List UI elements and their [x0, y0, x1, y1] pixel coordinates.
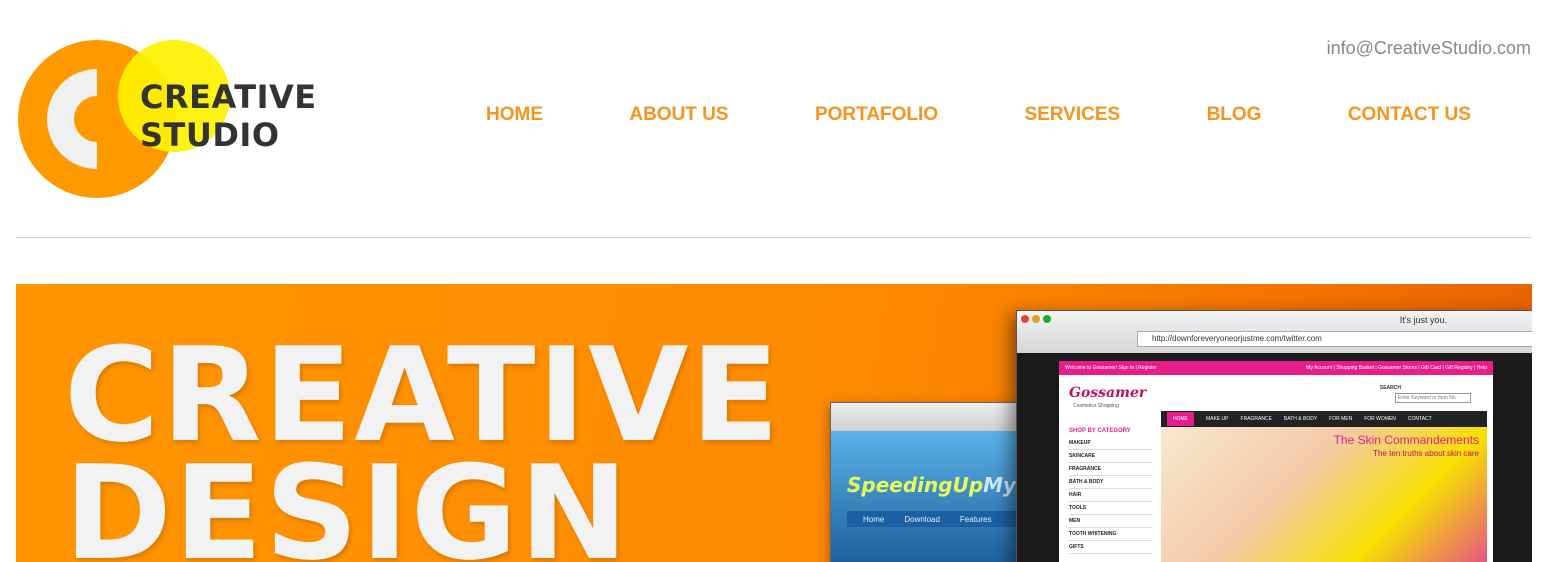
- mockup-site: Welcome to Gossamer! Sign In | Register …: [1059, 361, 1493, 562]
- mockup-category-item: FRAGRANCE: [1069, 463, 1153, 476]
- mockup-nav-item: FOR MEN: [1329, 416, 1353, 422]
- logo-text: CREATIVE STUDIO: [140, 78, 317, 154]
- mockup-category-item: GIFTS: [1069, 541, 1153, 554]
- mockup-brand-sub: Cosmetics Shopping: [1073, 403, 1119, 409]
- nav-home[interactable]: HOME: [486, 104, 543, 126]
- mockup-topbar-right: My Account | Shopping Basket | Gossamer …: [1306, 365, 1487, 371]
- mockup-category-item: TOOTH WHITENING: [1069, 528, 1153, 541]
- logo-line-1: CREATIVE: [140, 78, 317, 116]
- close-dot-icon: [1021, 315, 1029, 323]
- main-nav: HOME ABOUT US PORTAFOLIO SERVICES BLOG C…: [486, 104, 1471, 126]
- nav-portafolio[interactable]: PORTAFOLIO: [815, 104, 938, 126]
- nav-contact-us[interactable]: CONTACT US: [1348, 104, 1471, 126]
- mockup-category-item: HAIR: [1069, 489, 1153, 502]
- mockup-feature-subtitle: The ten truths about skin care: [1373, 449, 1479, 458]
- mockup-category-item: MAKEUP: [1069, 437, 1153, 450]
- mockup-category-list: SHOP BY CATEGORY MAKEUP SKINCARE FRAGRAN…: [1069, 425, 1153, 554]
- mockup-nav-item: CONTACT: [1407, 416, 1432, 422]
- mockup-category-item: TOOLS: [1069, 502, 1153, 515]
- mockup-nav-item: FOR WOMEN: [1364, 416, 1396, 422]
- header-divider: [16, 237, 1531, 238]
- window-title: It's just you.: [1399, 315, 1447, 325]
- mockup-feature-title: The Skin Commandements: [1333, 433, 1479, 447]
- mockup-nav-item: Download: [904, 514, 940, 524]
- mockup-category-item: SKINCARE: [1069, 450, 1153, 463]
- browser-toolbar: It's just you. http://downforeveryoneorj…: [1017, 311, 1532, 353]
- mockup-site-title-a: SpeedingUp: [847, 473, 984, 497]
- window-controls: [1021, 315, 1051, 323]
- minimize-dot-icon: [1032, 315, 1040, 323]
- mockup-nav-item: Features: [959, 514, 992, 524]
- mockup-search-box: Enter Keyword or Item No.: [1395, 393, 1471, 403]
- mockup-nav-item: HOME: [1167, 412, 1194, 426]
- mockup-search-label: SEARCH: [1379, 385, 1401, 391]
- mockup-topbar-left: Welcome to Gossamer! Sign In | Register: [1065, 365, 1157, 371]
- mockup-category-heading: SHOP BY CATEGORY: [1069, 428, 1131, 434]
- logo-line-2: STUDIO: [140, 116, 280, 154]
- mockup-site-nav: HOME MAKE UP FRAGRANCE BATH & BODY FOR M…: [1161, 411, 1487, 427]
- url-bar: http://downforeveryoneorjustme.com/twitt…: [1137, 331, 1532, 347]
- browser-mockup-large: It's just you. http://downforeveryoneorj…: [1016, 310, 1532, 562]
- mockup-category-item: BATH & BODY: [1069, 476, 1153, 489]
- logo[interactable]: CREATIVE STUDIO: [16, 38, 316, 200]
- mockup-nav-item: MAKE UP: [1206, 416, 1229, 422]
- hero-title: CREATIVE DESIGN: [64, 330, 781, 562]
- mockup-site-title: SpeedingUpMyP: [847, 473, 1031, 497]
- contact-email-link[interactable]: info@CreativeStudio.com: [1327, 38, 1531, 59]
- nav-about-us[interactable]: ABOUT US: [629, 104, 728, 126]
- zoom-dot-icon: [1043, 315, 1051, 323]
- nav-services[interactable]: SERVICES: [1024, 104, 1120, 126]
- hero-banner: CREATIVE DESIGN SpeedingUpMyP Home Downl…: [16, 284, 1532, 562]
- mockup-brand: Gossamer: [1069, 385, 1147, 401]
- mockup-category-item: MEN: [1069, 515, 1153, 528]
- mockup-topbar: Welcome to Gossamer! Sign In | Register …: [1059, 361, 1493, 375]
- mockup-nav-item: Home: [863, 514, 885, 524]
- nav-blog[interactable]: BLOG: [1207, 104, 1262, 126]
- mockup-nav-item: FRAGRANCE: [1240, 416, 1272, 422]
- mockup-feature-image: The Skin Commandements The ten truths ab…: [1161, 427, 1487, 562]
- mockup-nav-item: BATH & BODY: [1283, 416, 1318, 422]
